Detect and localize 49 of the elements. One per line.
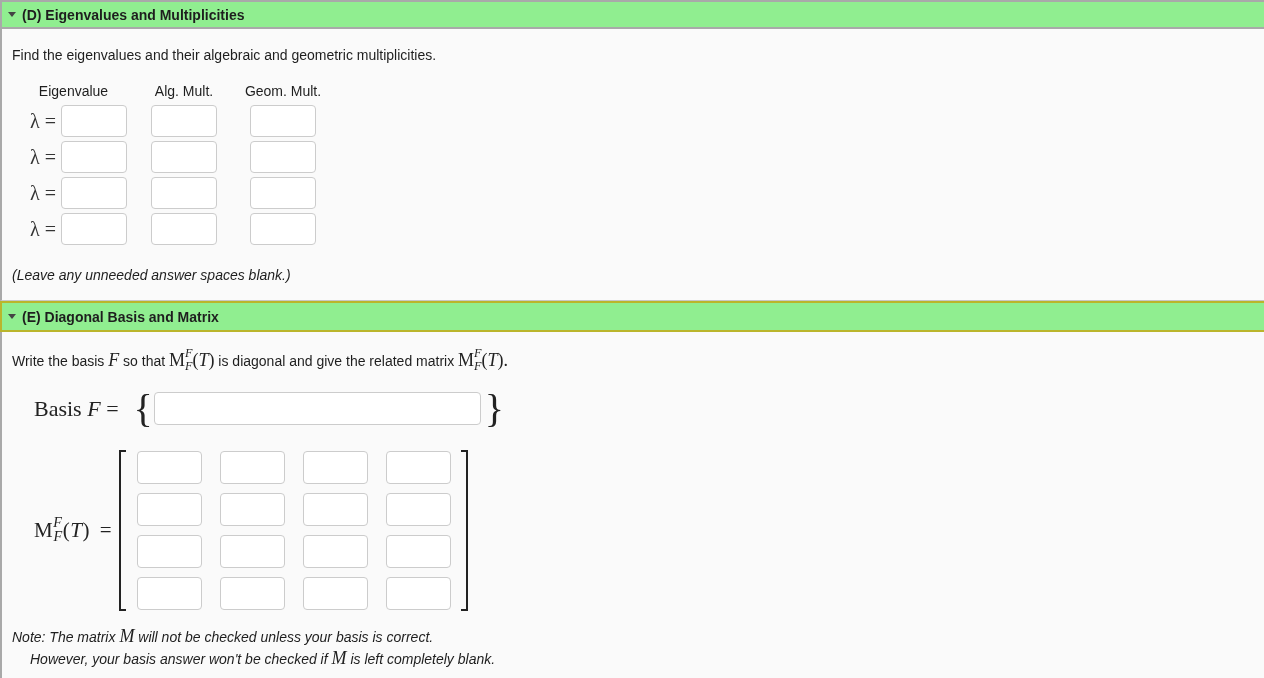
answer-field[interactable] xyxy=(303,535,369,568)
answer-field[interactable] xyxy=(303,451,369,484)
section-header[interactable]: (D) Eigenvalues and Multiplicities xyxy=(0,0,1264,29)
note-text: Note: The matrix M will not be checked unless your basis is correct. xyxy=(12,626,435,648)
answer-field[interactable] xyxy=(151,141,217,173)
note-text: (Leave any unneeded answer spaces blank.) xyxy=(12,266,292,285)
answer-field[interactable] xyxy=(151,213,217,245)
answer-field[interactable] xyxy=(61,177,127,209)
answer-field[interactable] xyxy=(61,105,127,137)
answer-field[interactable] xyxy=(386,451,452,484)
answer-field[interactable] xyxy=(137,451,203,484)
answer-field[interactable] xyxy=(220,577,286,610)
open-brace: { xyxy=(133,390,153,427)
instruction-text: Write the basis F so that M$^{F}$$_{F}$(T) is diagonal and give the related matrix M$^{F}$$_{F}$(T). xyxy=(12,348,509,373)
answer-field[interactable] xyxy=(137,577,203,610)
answer-field[interactable] xyxy=(250,105,316,137)
note-text: However, your basis answer won't be checked if M is left completely blank. xyxy=(29,648,497,670)
answer-field[interactable] xyxy=(220,493,286,526)
section-header[interactable]: (E) Diagonal Basis and Matrix xyxy=(0,301,1264,332)
column-header: Alg. Mult. xyxy=(154,83,214,99)
bracket-icon xyxy=(461,450,469,611)
answer-field[interactable] xyxy=(137,535,203,568)
column-header: Geom. Mult. xyxy=(244,83,322,99)
column-header: Eigenvalue xyxy=(38,83,109,99)
answer-field[interactable] xyxy=(220,451,286,484)
answer-field[interactable] xyxy=(303,577,369,610)
answer-field[interactable] xyxy=(250,213,316,245)
answer-field[interactable] xyxy=(151,105,217,137)
answer-field[interactable] xyxy=(61,141,127,173)
close-brace: } xyxy=(484,390,504,427)
answer-field[interactable] xyxy=(220,535,286,568)
basis-label: Basis F = xyxy=(34,395,119,422)
answer-field[interactable] xyxy=(61,213,127,245)
answer-field[interactable] xyxy=(386,535,452,568)
answer-field[interactable] xyxy=(153,392,481,425)
answer-field[interactable] xyxy=(303,493,369,526)
answer-field[interactable] xyxy=(250,141,316,173)
matrix-label: M$^{F}$$_{F}$(T) = xyxy=(34,518,113,543)
eigenvalue-label: λ = xyxy=(30,217,56,241)
answer-field[interactable] xyxy=(386,493,452,526)
answer-field[interactable] xyxy=(151,177,217,209)
eigenvalue-label: λ = xyxy=(30,109,56,133)
instruction-text: Find the eigenvalues and their algebraic and geometric multiplicities. xyxy=(12,46,438,64)
eigenvalue-label: λ = xyxy=(30,145,56,169)
answer-field[interactable] xyxy=(250,177,316,209)
eigenvalue-label: λ = xyxy=(30,181,56,205)
answer-field[interactable] xyxy=(137,493,203,526)
answer-field[interactable] xyxy=(386,577,452,610)
bracket-icon xyxy=(119,450,127,611)
